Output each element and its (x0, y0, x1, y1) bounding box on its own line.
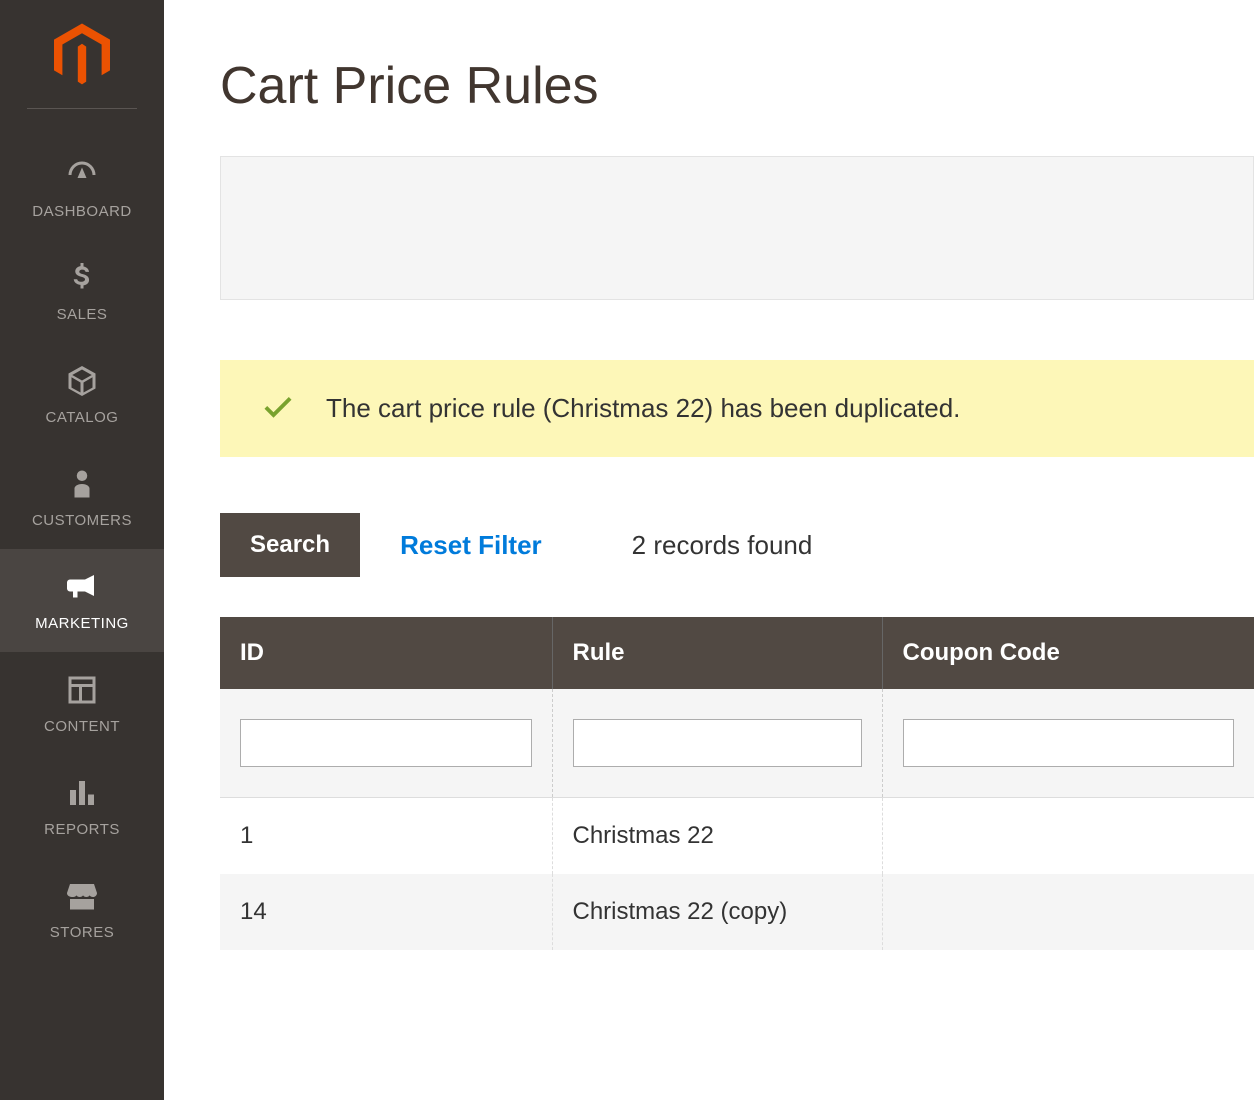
megaphone-icon (62, 567, 102, 607)
cell-rule: Christmas 22 (552, 798, 882, 875)
sidebar-item-label: SALES (57, 306, 108, 323)
cell-coupon (882, 874, 1254, 950)
main-content: Cart Price Rules The cart price rule (Ch… (164, 0, 1254, 1100)
sidebar-item-content[interactable]: CONTENT (0, 652, 164, 755)
success-message-text: The cart price rule (Christmas 22) has b… (326, 393, 960, 424)
rules-table: ID Rule Coupon Code 1 Christmas 22 14 (220, 617, 1254, 950)
dashboard-icon (62, 155, 102, 195)
sidebar-item-catalog[interactable]: CATALOG (0, 343, 164, 446)
cell-id: 14 (220, 874, 552, 950)
column-header-id[interactable]: ID (220, 617, 552, 689)
cell-rule: Christmas 22 (copy) (552, 874, 882, 950)
sidebar-divider (27, 108, 137, 109)
sidebar-item-label: REPORTS (44, 821, 120, 838)
sidebar-item-label: CONTENT (44, 718, 120, 735)
sidebar-item-reports[interactable]: REPORTS (0, 755, 164, 858)
table-row[interactable]: 1 Christmas 22 (220, 798, 1254, 875)
bar-chart-icon (62, 773, 102, 813)
dollar-icon (62, 258, 102, 298)
sidebar-item-label: STORES (50, 924, 114, 941)
person-icon (62, 464, 102, 504)
column-header-coupon[interactable]: Coupon Code (882, 617, 1254, 689)
sidebar-item-label: DASHBOARD (32, 203, 132, 220)
box-icon (62, 361, 102, 401)
sidebar: DASHBOARD SALES CATALOG CUSTOMERS MARKET (0, 0, 164, 1100)
cell-coupon (882, 798, 1254, 875)
layout-icon (62, 670, 102, 710)
success-message: The cart price rule (Christmas 22) has b… (220, 360, 1254, 457)
search-button[interactable]: Search (220, 513, 360, 577)
records-count: 2 records found (632, 530, 813, 561)
filter-id-input[interactable] (240, 719, 532, 767)
grid-toolbar: Search Reset Filter 2 records found (220, 513, 1254, 577)
check-icon (260, 388, 296, 429)
filter-coupon-input[interactable] (903, 719, 1235, 767)
toolbar-region (220, 156, 1254, 300)
page-title: Cart Price Rules (220, 56, 1254, 116)
magento-logo[interactable] (47, 20, 117, 90)
cell-id: 1 (220, 798, 552, 875)
table-row[interactable]: 14 Christmas 22 (copy) (220, 874, 1254, 950)
sidebar-item-customers[interactable]: CUSTOMERS (0, 446, 164, 549)
sidebar-item-label: MARKETING (35, 615, 129, 632)
sidebar-item-dashboard[interactable]: DASHBOARD (0, 137, 164, 240)
sidebar-item-label: CUSTOMERS (32, 512, 132, 529)
sidebar-item-sales[interactable]: SALES (0, 240, 164, 343)
sidebar-item-stores[interactable]: STORES (0, 858, 164, 961)
store-icon (62, 876, 102, 916)
column-header-rule[interactable]: Rule (552, 617, 882, 689)
reset-filter-link[interactable]: Reset Filter (400, 530, 542, 561)
filter-rule-input[interactable] (573, 719, 862, 767)
filter-row (220, 689, 1254, 798)
sidebar-item-label: CATALOG (46, 409, 119, 426)
sidebar-item-marketing[interactable]: MARKETING (0, 549, 164, 652)
